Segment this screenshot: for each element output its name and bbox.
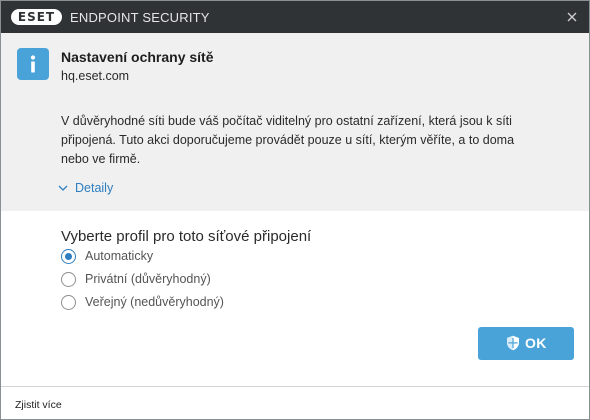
close-button[interactable] bbox=[561, 6, 583, 28]
details-label: Detaily bbox=[75, 181, 114, 195]
dialog-window: eset ENDPOINT SECURITY Nastavení ochrany… bbox=[0, 0, 590, 420]
description-text: V důvěryhodné síti bude váš počítač vidi… bbox=[61, 114, 515, 166]
eset-logo-text: eset bbox=[17, 10, 56, 24]
network-name: hq.eset.com bbox=[61, 69, 130, 83]
ok-button[interactable]: OK bbox=[478, 327, 574, 360]
info-icon bbox=[17, 48, 49, 80]
shield-icon bbox=[507, 335, 519, 351]
learn-more-link[interactable]: Zjistit více bbox=[15, 399, 62, 411]
app-title: ENDPOINT SECURITY bbox=[70, 10, 210, 25]
profile-heading: Vyberte profil pro toto síťové připojení bbox=[61, 228, 312, 245]
ok-label: OK bbox=[525, 335, 547, 351]
radio-label-automatic: Automaticky bbox=[85, 249, 154, 263]
dialog-title: Nastavení ochrany sítě bbox=[61, 49, 214, 65]
close-icon bbox=[567, 12, 577, 22]
radio-label-public: Veřejný (nedůvěryhodný) bbox=[85, 295, 224, 309]
footer-divider bbox=[1, 386, 589, 387]
radio-button[interactable] bbox=[61, 295, 76, 310]
radio-button-checked[interactable] bbox=[61, 249, 76, 264]
eset-logo: eset bbox=[11, 9, 62, 25]
radio-button[interactable] bbox=[61, 272, 76, 287]
radio-label-private: Privátní (důvěryhodný) bbox=[85, 272, 211, 286]
chevron-down-icon bbox=[58, 185, 68, 191]
title-bar: eset ENDPOINT SECURITY bbox=[1, 1, 589, 33]
info-panel: Nastavení ochrany sítě hq.eset.com V dův… bbox=[1, 33, 589, 211]
